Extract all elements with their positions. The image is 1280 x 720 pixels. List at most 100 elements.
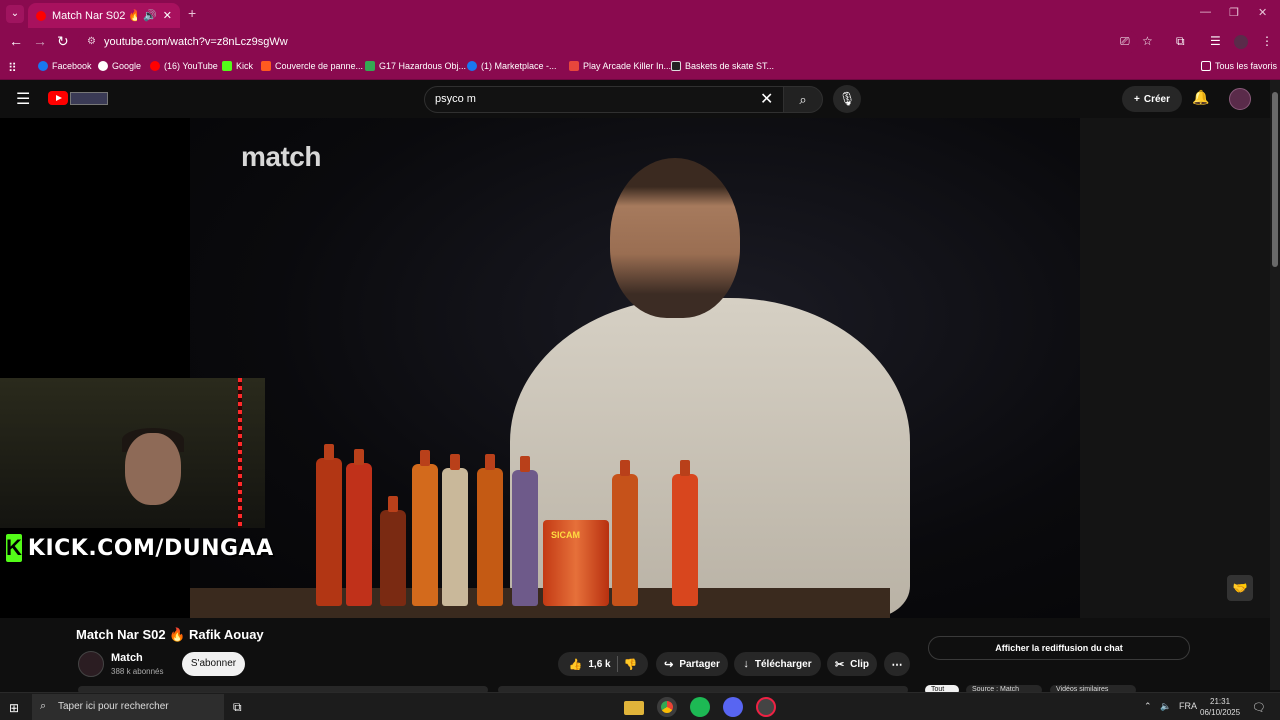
create-label: Créer [1143, 93, 1170, 105]
match-watermark-logo: match [241, 141, 321, 172]
volume-icon[interactable]: 🔈 [1160, 701, 1171, 712]
bookmark-star-icon[interactable]: ☆ [1142, 34, 1153, 48]
close-tab-icon[interactable]: ✕ [163, 9, 172, 22]
page-scrollbar[interactable] [1270, 80, 1280, 690]
bookmark-marketplace[interactable]: (1) Marketplace -... [467, 61, 557, 71]
voice-search-button[interactable]: 🎙 [833, 85, 861, 113]
notifications-bell-icon[interactable]: 🔔 [1192, 89, 1209, 106]
account-avatar[interactable] [1229, 88, 1251, 110]
task-view-icon[interactable]: ⧉ [233, 700, 242, 715]
like-count[interactable]: 1,6 k [588, 659, 610, 670]
bookmark-label: (1) Marketplace -... [481, 61, 557, 71]
channel-avatar[interactable] [78, 651, 104, 677]
reading-list-icon[interactable]: ☰ [1210, 34, 1221, 48]
menu-icon[interactable]: ☰ [16, 89, 30, 109]
shop-icon [261, 61, 271, 71]
more-menu-icon[interactable]: ⋮ [1261, 34, 1273, 48]
hot-sauce-bottle [346, 449, 372, 606]
extensions-icon[interactable]: ⧉ [1176, 34, 1185, 49]
download-button[interactable]: ↓ Télécharger [734, 652, 821, 676]
google-icon [98, 61, 108, 71]
bookmark-kick[interactable]: Kick [222, 61, 253, 71]
clip-button[interactable]: ✂ Clip [827, 652, 877, 676]
bookmark-label: Google [112, 61, 142, 71]
bookmark-facebook[interactable]: Facebook [38, 61, 92, 71]
bookmark-label: Facebook [52, 61, 92, 71]
channel-watermark-icon[interactable]: 🤝 [1227, 575, 1253, 601]
minimize-button[interactable]: — [1200, 6, 1211, 18]
language-indicator[interactable]: FRA [1179, 701, 1197, 711]
address-bar[interactable]: ⚙ youtube.com/watch?v=z8nLcz9sgWw [78, 30, 1138, 54]
hot-sauce-bottle [512, 456, 538, 606]
hot-sauce-bottle [672, 460, 698, 606]
bookmark-g17[interactable]: G17 Hazardous Obj... [365, 61, 466, 71]
bookmark-youtube[interactable]: (16) YouTube [150, 61, 218, 71]
hot-sauce-bottle [316, 444, 342, 606]
youtube-wordmark-logo[interactable] [70, 92, 108, 105]
back-button[interactable]: ← [9, 33, 23, 49]
youtube-logo-icon[interactable] [48, 91, 68, 105]
thumbs-down-icon[interactable]: 👎 [624, 658, 638, 671]
video-player[interactable]: match SICAM K KICK.COM/DUNGAA 🤝 [0, 118, 1270, 618]
restore-button[interactable]: ❐ [1229, 6, 1239, 19]
bookmark-arcade-killer[interactable]: Play Arcade Killer In... [569, 61, 671, 71]
bookmark-label: Couvercle de panne... [275, 61, 364, 71]
search-button[interactable]: ⌕ [783, 86, 823, 113]
subscriber-count: 388 k abonnés [111, 667, 164, 676]
like-dislike-group: 👍 1,6 k 👎 [558, 652, 648, 676]
game-icon [569, 61, 579, 71]
windows-start-icon[interactable]: ⊞ [9, 701, 19, 715]
channel-name[interactable]: Match [111, 652, 143, 664]
bookmark-couvercle[interactable]: Couvercle de panne... [261, 61, 363, 71]
chrome-icon[interactable] [657, 697, 677, 717]
more-horizontal-icon: ⋯ [891, 658, 903, 671]
subscribe-button[interactable]: S'abonner [182, 652, 245, 676]
folder-icon [1201, 61, 1211, 71]
address-text: youtube.com/watch?v=z8nLcz9sgWw [104, 36, 288, 48]
bookmark-label: Kick [236, 61, 254, 71]
kick-icon [222, 61, 232, 71]
bookmark-google[interactable]: Google [98, 61, 141, 71]
search-input-value: psyco m [435, 93, 476, 105]
more-actions-button[interactable]: ⋯ [884, 652, 910, 676]
hot-sauce-bottle [412, 450, 438, 606]
browser-tab-active[interactable]: Match Nar S02 🔥 Rafik Ao 🔊 ✕ [28, 3, 180, 28]
browser-toolbar: ← → ↻ ⚙ youtube.com/watch?v=z8nLcz9sgWw … [0, 28, 1280, 56]
speaker-icon[interactable]: 🔊 [143, 9, 157, 22]
bookmark-label: Play Arcade Killer In... [583, 61, 672, 71]
taskbar-clock[interactable]: 21:31 06/10/2025 [1200, 696, 1240, 718]
notifications-icon[interactable]: 🗨 [1252, 701, 1266, 714]
bookmark-label: Baskets de skate ST... [685, 61, 775, 71]
share-label: Partager [679, 658, 720, 670]
discord-icon[interactable] [723, 697, 743, 717]
share-button[interactable]: ↪ Partager [656, 652, 728, 676]
search-icon: ⌕ [799, 92, 807, 107]
tray-chevron-icon[interactable]: ⌃ [1144, 701, 1152, 712]
file-explorer-icon[interactable] [624, 701, 644, 715]
app-icon[interactable] [756, 697, 776, 717]
taskbar-search-input[interactable]: ⌕ Taper ici pour rechercher [32, 694, 224, 720]
clear-search-icon[interactable]: ✕ [760, 89, 773, 109]
can-label: SICAM [551, 530, 580, 540]
profile-avatar[interactable] [1234, 35, 1248, 49]
site-info-icon[interactable]: ⚙ [87, 36, 96, 47]
apps-grid-icon[interactable]: ⠿ [8, 61, 17, 75]
create-button[interactable]: + Créer [1122, 86, 1182, 112]
forward-button[interactable]: → [33, 33, 47, 49]
youtube-header: ☰ psyco m ✕ ⌕ 🎙 + Créer 🔔 [0, 80, 1280, 118]
microphone-icon: 🎙 [838, 91, 856, 106]
scrollbar-thumb[interactable] [1272, 92, 1278, 267]
hot-sauce-bottle [477, 454, 503, 606]
reload-button[interactable]: ↻ [57, 33, 69, 50]
thumbs-up-icon[interactable]: 👍 [569, 658, 583, 671]
all-bookmarks-folder[interactable]: Tous les favoris [1201, 61, 1277, 71]
facebook-icon [38, 61, 48, 71]
cast-icon[interactable]: ⎚ [1120, 34, 1130, 49]
chat-replay-button[interactable]: Afficher la rediffusion du chat [928, 636, 1190, 660]
new-tab-button[interactable]: + [188, 5, 196, 21]
close-window-button[interactable]: ✕ [1258, 6, 1267, 19]
spotify-icon[interactable] [690, 697, 710, 717]
bookmark-baskets[interactable]: Baskets de skate ST... [671, 61, 774, 71]
search-input[interactable]: psyco m [424, 86, 784, 113]
tab-search-menu[interactable]: ⌄ [6, 5, 24, 23]
